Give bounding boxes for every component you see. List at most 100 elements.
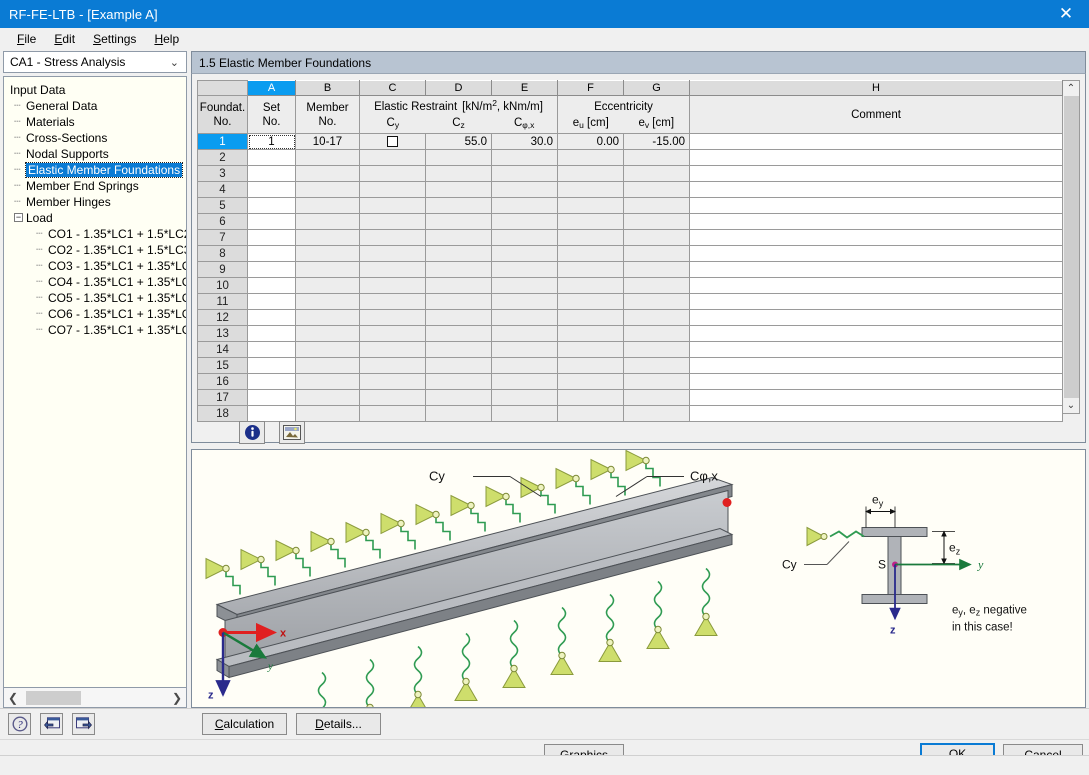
cell-eu[interactable] bbox=[557, 389, 624, 406]
navigation-tree[interactable]: Input Data ┄ General Data ┄ Materials ┄ Cross-… bbox=[3, 76, 187, 688]
tree-item-general-data[interactable]: ┄ General Data bbox=[4, 98, 186, 114]
cell-cy[interactable] bbox=[359, 373, 426, 390]
cell-comment[interactable] bbox=[689, 293, 1063, 310]
tree-item-nodal-supports[interactable]: ┄ Nodal Supports bbox=[4, 146, 186, 162]
row-header[interactable]: 15 bbox=[197, 357, 248, 374]
cell-cy[interactable] bbox=[359, 213, 426, 230]
cell-cz[interactable] bbox=[425, 309, 492, 326]
cell-cy[interactable] bbox=[359, 229, 426, 246]
table-row[interactable]: 16 bbox=[197, 373, 1063, 390]
help-icon[interactable]: ? bbox=[8, 713, 31, 735]
row-header[interactable]: 17 bbox=[197, 389, 248, 406]
cell-set-no[interactable] bbox=[247, 389, 296, 406]
cell-cy[interactable] bbox=[359, 165, 426, 182]
cell-eu[interactable] bbox=[557, 165, 624, 182]
cell-cphix[interactable] bbox=[491, 261, 558, 278]
cell-cz[interactable] bbox=[425, 197, 492, 214]
cell-ev[interactable] bbox=[623, 293, 690, 310]
cell-cphix[interactable]: 30.0 bbox=[491, 133, 558, 150]
cell-cz[interactable] bbox=[425, 229, 492, 246]
table-row[interactable]: 11 bbox=[197, 293, 1063, 310]
table-row[interactable]: 7 bbox=[197, 229, 1063, 246]
cell-cz[interactable] bbox=[425, 213, 492, 230]
cell-cy[interactable] bbox=[359, 149, 426, 166]
scroll-right-icon[interactable]: ❯ bbox=[170, 691, 184, 705]
cell-member-no[interactable] bbox=[295, 341, 360, 358]
cell-cz[interactable] bbox=[425, 181, 492, 198]
cell-cy[interactable] bbox=[359, 357, 426, 374]
cell-cz[interactable] bbox=[425, 261, 492, 278]
cell-cy[interactable] bbox=[359, 309, 426, 326]
info-icon[interactable] bbox=[239, 421, 265, 444]
table-row[interactable]: 10 bbox=[197, 277, 1063, 294]
column-header-c[interactable]: C bbox=[359, 80, 426, 96]
cell-set-no[interactable] bbox=[247, 341, 296, 358]
cell-cphix[interactable] bbox=[491, 373, 558, 390]
cell-comment[interactable] bbox=[689, 133, 1063, 150]
row-header[interactable]: 16 bbox=[197, 373, 248, 390]
cell-set-no[interactable] bbox=[247, 245, 296, 262]
cell-cz[interactable] bbox=[425, 277, 492, 294]
cell-set-no[interactable] bbox=[247, 373, 296, 390]
cell-member-no[interactable] bbox=[295, 405, 360, 422]
row-header[interactable]: 1 bbox=[197, 133, 248, 150]
cell-cphix[interactable] bbox=[491, 229, 558, 246]
tree-item-co3-1-35-lc1-1-35-lc[interactable]: ┄ CO3 - 1.35*LC1 + 1.35*LC bbox=[4, 258, 186, 274]
table-row[interactable]: 15 bbox=[197, 357, 1063, 374]
cell-comment[interactable] bbox=[689, 229, 1063, 246]
cell-set-no[interactable] bbox=[247, 325, 296, 342]
tree-item-input-data[interactable]: Input Data bbox=[4, 82, 186, 98]
cell-set-no[interactable] bbox=[247, 309, 296, 326]
cell-eu[interactable] bbox=[557, 309, 624, 326]
cell-ev[interactable] bbox=[623, 389, 690, 406]
row-header[interactable]: 6 bbox=[197, 213, 248, 230]
tree-item-co7-1-35-lc1-1-35-lc[interactable]: ┄ CO7 - 1.35*LC1 + 1.35*LC bbox=[4, 322, 186, 338]
cell-eu[interactable] bbox=[557, 181, 624, 198]
row-header[interactable]: 12 bbox=[197, 309, 248, 326]
cell-cy[interactable] bbox=[359, 181, 426, 198]
row-header[interactable]: 2 bbox=[197, 149, 248, 166]
tree-item-member-end-springs[interactable]: ┄ Member End Springs bbox=[4, 178, 186, 194]
cell-cphix[interactable] bbox=[491, 389, 558, 406]
tree-item-co2-1-35-lc1-1-5-lc3[interactable]: ┄ CO2 - 1.35*LC1 + 1.5*LC3 bbox=[4, 242, 186, 258]
cell-comment[interactable] bbox=[689, 149, 1063, 166]
table-body[interactable]: 1 1 10-17 55.0 30.0 0.00 -15.00 2 3 4 5 6 7 8 9 10 11 12 1… bbox=[197, 133, 1063, 422]
scroll-left-icon[interactable]: ❮ bbox=[6, 691, 20, 705]
grid-corner[interactable] bbox=[197, 80, 248, 96]
cell-eu[interactable] bbox=[557, 229, 624, 246]
cell-cy[interactable] bbox=[359, 325, 426, 342]
cell-eu[interactable] bbox=[557, 277, 624, 294]
table-row[interactable]: 9 bbox=[197, 261, 1063, 278]
cell-cz[interactable] bbox=[425, 165, 492, 182]
cell-set-no[interactable]: 1 bbox=[247, 133, 296, 150]
cell-comment[interactable] bbox=[689, 389, 1063, 406]
cell-member-no[interactable] bbox=[295, 389, 360, 406]
next-pane-icon[interactable] bbox=[72, 713, 95, 735]
cell-member-no[interactable] bbox=[295, 229, 360, 246]
cell-cphix[interactable] bbox=[491, 245, 558, 262]
row-header[interactable]: 11 bbox=[197, 293, 248, 310]
cell-ev[interactable] bbox=[623, 213, 690, 230]
checkbox-unchecked-icon[interactable] bbox=[387, 135, 398, 147]
cell-comment[interactable] bbox=[689, 309, 1063, 326]
cell-eu[interactable] bbox=[557, 373, 624, 390]
cell-set-no[interactable] bbox=[247, 197, 296, 214]
cell-cy[interactable] bbox=[359, 389, 426, 406]
foundations-table[interactable]: A B C D E F G H Foundat. No. Set No. Mem… bbox=[197, 80, 1063, 422]
tree-item-elastic-member-foundations[interactable]: ┄ Elastic Member Foundations bbox=[4, 162, 186, 178]
table-row[interactable]: 3 bbox=[197, 165, 1063, 182]
cell-comment[interactable] bbox=[689, 165, 1063, 182]
hscroll-thumb[interactable] bbox=[26, 690, 81, 705]
cell-member-no[interactable] bbox=[295, 325, 360, 342]
cell-cy[interactable] bbox=[359, 293, 426, 310]
cell-comment[interactable] bbox=[689, 341, 1063, 358]
cell-comment[interactable] bbox=[689, 213, 1063, 230]
cell-member-no[interactable] bbox=[295, 213, 360, 230]
cell-eu[interactable] bbox=[557, 341, 624, 358]
table-row[interactable]: 13 bbox=[197, 325, 1063, 342]
cell-set-no[interactable] bbox=[247, 405, 296, 422]
cell-comment[interactable] bbox=[689, 357, 1063, 374]
cell-cphix[interactable] bbox=[491, 405, 558, 422]
table-vscrollbar[interactable]: ⌃ ⌄ bbox=[1063, 80, 1080, 414]
cell-cphix[interactable] bbox=[491, 181, 558, 198]
